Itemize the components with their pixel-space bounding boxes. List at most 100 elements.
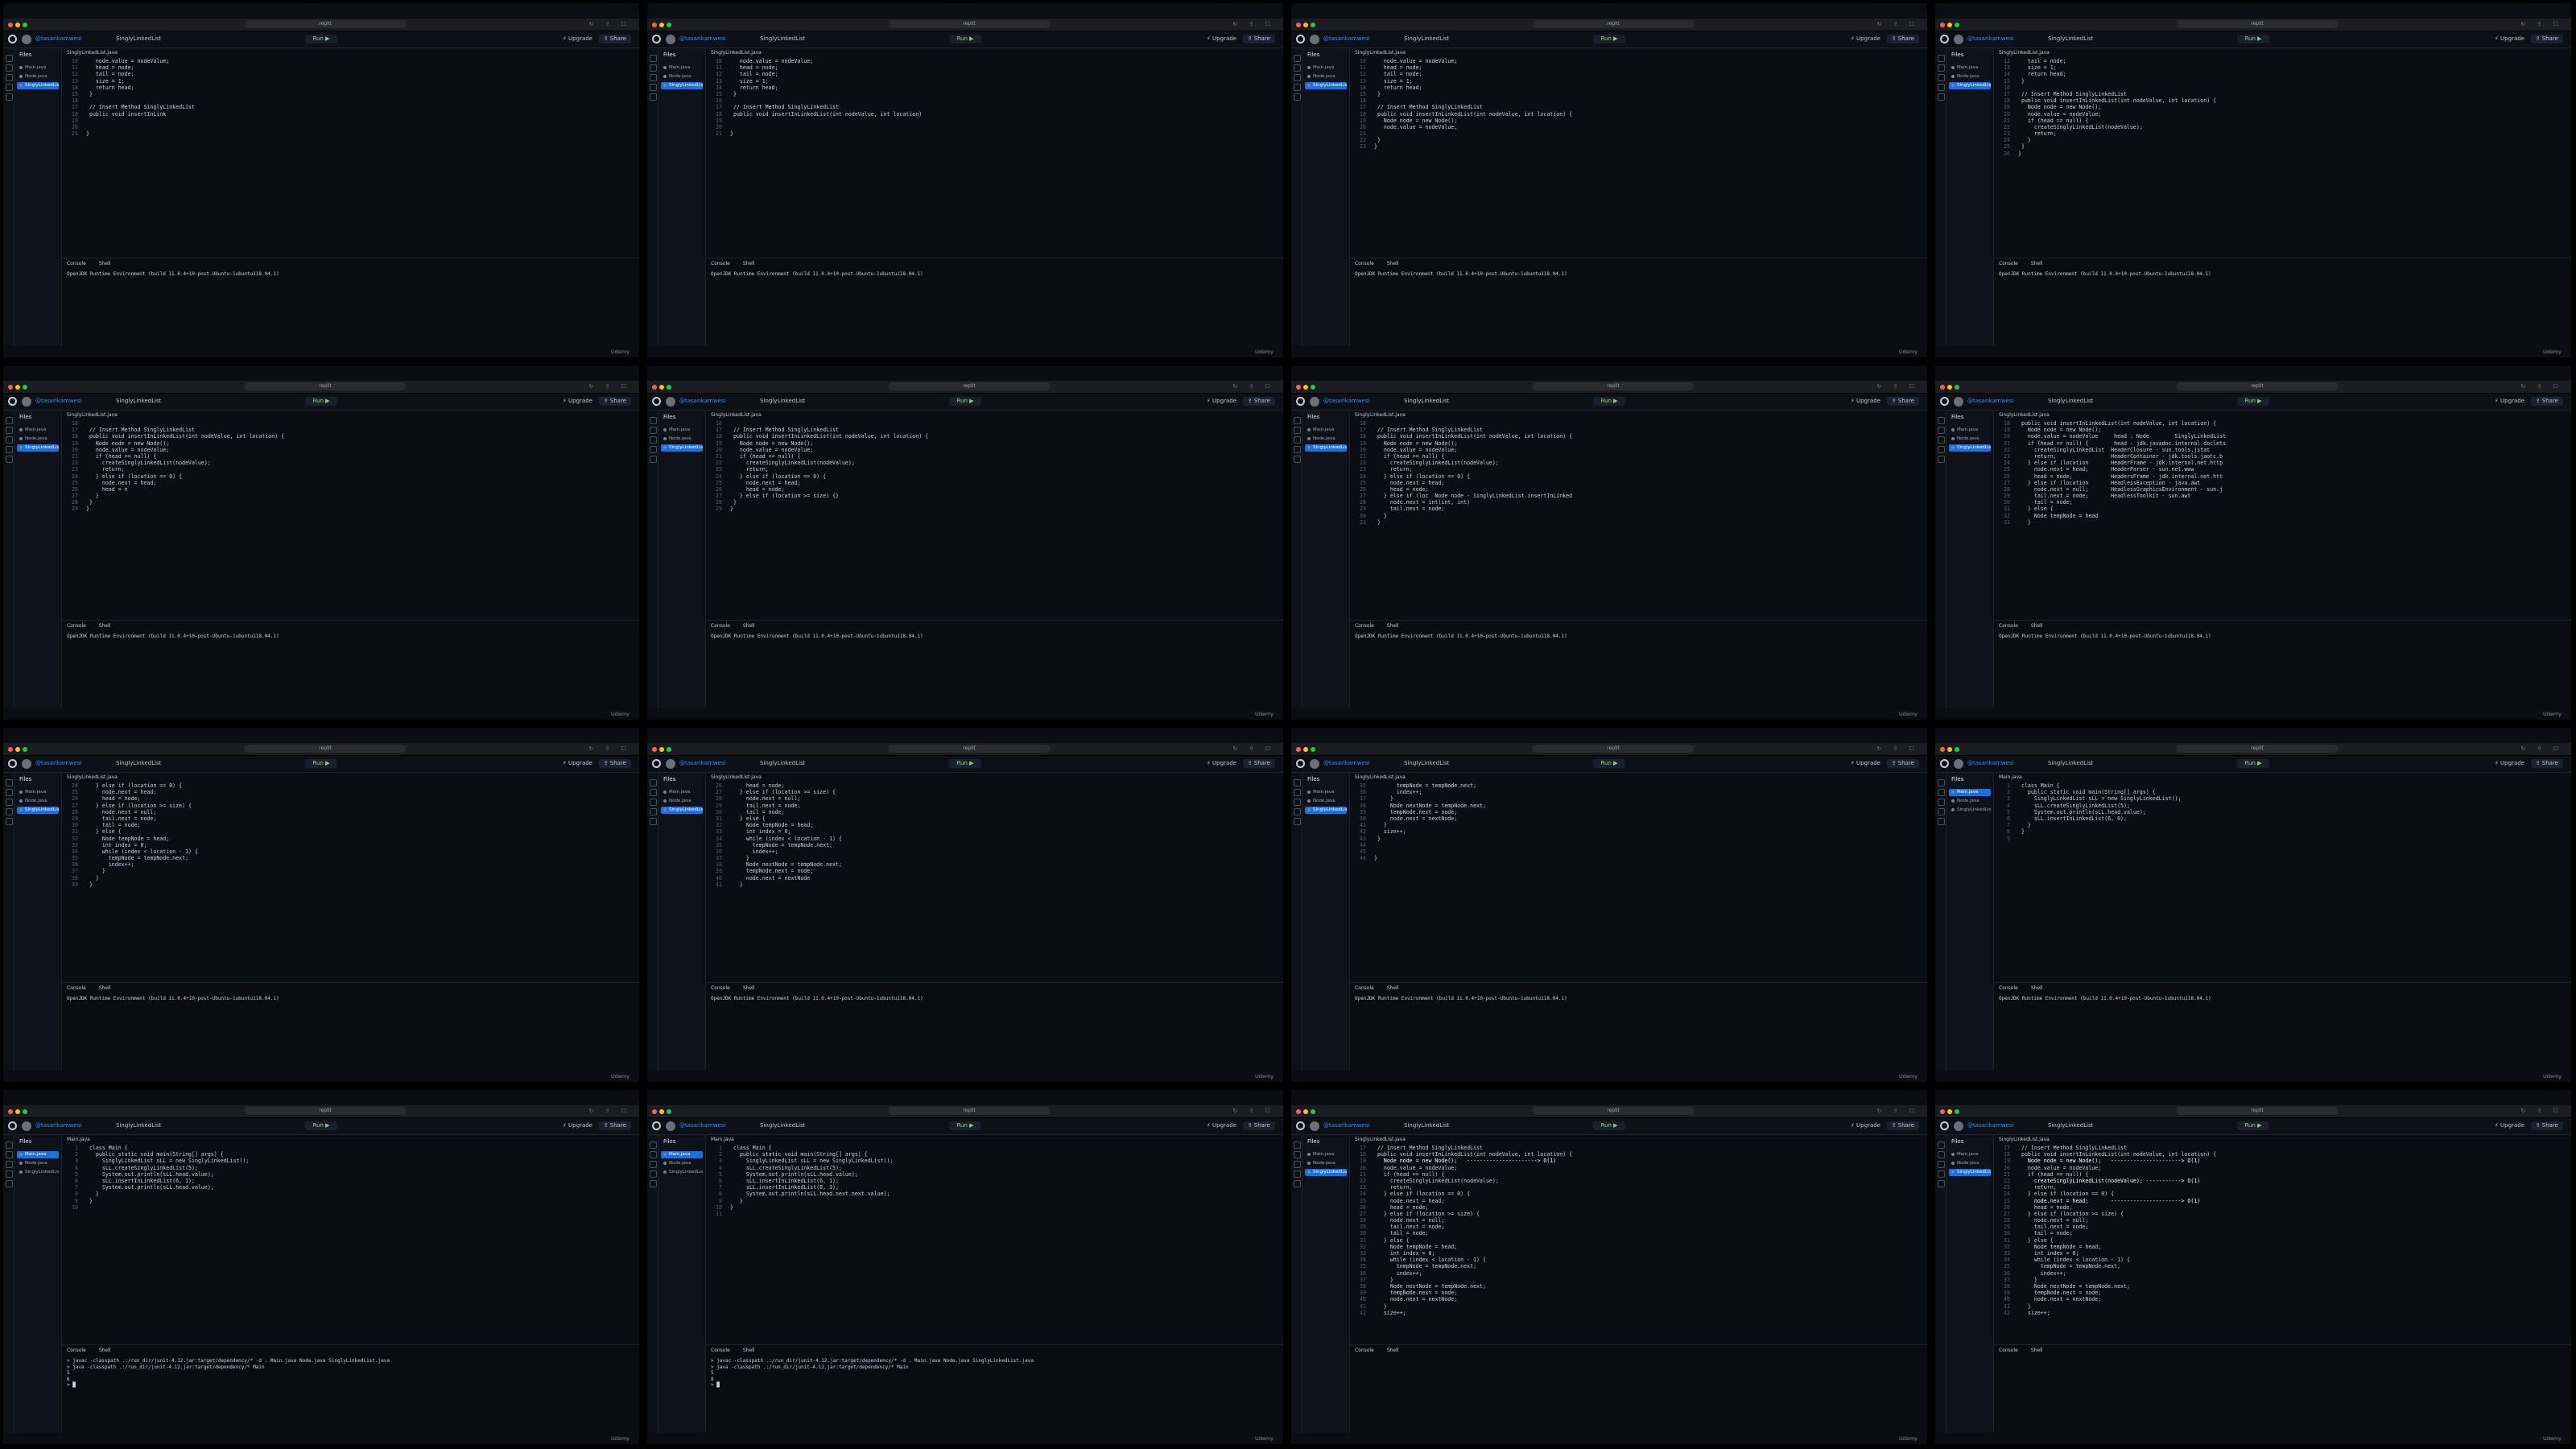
shell-tab[interactable]: Shell [99, 1348, 111, 1353]
code-editor[interactable]: SinglyLinkedList.java 17 // Insert Method… [1350, 1135, 1927, 1343]
share-button[interactable]: ⇪ Share [2530, 759, 2563, 768]
repl-name[interactable]: SinglyLinkedList [116, 398, 161, 404]
user-avatar[interactable] [1954, 759, 1963, 769]
replit-logo-icon[interactable] [652, 397, 661, 406]
replit-logo-icon[interactable] [8, 759, 17, 768]
file-tree-item[interactable]: SinglyLinkedList.java [661, 807, 703, 814]
maximize-window-icon[interactable] [1311, 747, 1315, 752]
replit-logo-icon[interactable] [8, 397, 17, 406]
files-icon[interactable] [1294, 417, 1301, 424]
user-avatar[interactable] [22, 35, 31, 44]
file-tree-item[interactable]: Main.java [17, 789, 59, 796]
user-avatar[interactable] [22, 397, 31, 407]
user-avatar[interactable] [1954, 1121, 1963, 1131]
settings-icon[interactable] [1294, 1180, 1301, 1187]
editor-tab[interactable]: SinglyLinkedList.java [1999, 412, 2050, 418]
replit-logo-icon[interactable] [652, 759, 661, 768]
share-button[interactable]: ⇪ Share [598, 1121, 631, 1130]
console-tab[interactable]: Console [1999, 985, 2018, 991]
file-tree-item[interactable]: Node.java [1949, 798, 1991, 805]
code-area[interactable]: 26 head = node; 27 } else if (location >=… [706, 782, 1283, 979]
repl-name[interactable]: SinglyLinkedList [1404, 398, 1449, 404]
code-editor[interactable]: SinglyLinkedList.java 16 17 // Insert Meth… [1350, 411, 1927, 618]
run-button[interactable]: Run ▶ [305, 1121, 337, 1130]
run-button[interactable]: Run ▶ [305, 759, 337, 768]
files-icon[interactable] [1294, 55, 1301, 62]
username-link[interactable]: @tasarikamwesi [679, 760, 725, 766]
close-window-icon[interactable] [1296, 747, 1301, 752]
file-tree-item[interactable]: Node.java [661, 436, 703, 443]
maximize-window-icon[interactable] [23, 1109, 27, 1114]
version-control-icon[interactable] [1938, 74, 1945, 81]
packages-icon[interactable] [1938, 446, 1945, 453]
editor-tab[interactable]: Main.java [1999, 774, 2022, 780]
username-link[interactable]: @tasarikamwesi [35, 398, 81, 404]
replit-logo-icon[interactable] [1296, 1121, 1305, 1130]
shell-tab[interactable]: Shell [2031, 985, 2043, 991]
maximize-window-icon[interactable] [667, 747, 671, 752]
code-editor[interactable]: SinglyLinkedList.java 35 tempNode = tempN… [1350, 773, 1927, 980]
files-icon[interactable] [650, 417, 657, 424]
version-control-icon[interactable] [650, 436, 657, 444]
file-tree-item[interactable]: SinglyLinkedList.java [17, 444, 59, 452]
run-button[interactable]: Run ▶ [949, 759, 981, 768]
editor-tab[interactable]: SinglyLinkedList.java [711, 412, 762, 418]
version-control-icon[interactable] [1294, 1161, 1301, 1168]
search-icon[interactable] [6, 1151, 13, 1158]
settings-icon[interactable] [1938, 456, 1945, 463]
address-bar[interactable]: replit [245, 382, 406, 390]
close-window-icon[interactable] [1940, 1109, 1945, 1114]
close-window-icon[interactable] [1296, 385, 1301, 390]
close-window-icon[interactable] [1940, 385, 1945, 390]
console-tab[interactable]: Console [711, 261, 730, 266]
version-control-icon[interactable] [650, 74, 657, 81]
minimize-window-icon[interactable] [659, 1109, 664, 1114]
address-bar[interactable]: replit [1533, 745, 1694, 753]
user-avatar[interactable] [1310, 397, 1319, 407]
console-tab[interactable]: Console [67, 985, 86, 991]
replit-logo-icon[interactable] [8, 35, 17, 43]
code-editor[interactable]: Main.java 1 class Main {2 public static v… [706, 1135, 1283, 1343]
upgrade-button[interactable]: ⚡ Upgrade [2495, 398, 2524, 404]
settings-icon[interactable] [1938, 93, 1945, 101]
file-tree-item[interactable]: SinglyLinkedList.java [1305, 82, 1347, 89]
packages-icon[interactable] [6, 446, 13, 453]
minimize-window-icon[interactable] [1303, 1109, 1308, 1114]
close-window-icon[interactable] [8, 747, 13, 752]
minimize-window-icon[interactable] [659, 747, 664, 752]
code-area[interactable]: 17 // Insert Method SinglyLinkedList 18 p… [1350, 1145, 1927, 1341]
minimize-window-icon[interactable] [15, 1109, 20, 1114]
console-tab[interactable]: Console [67, 1348, 86, 1353]
code-area[interactable]: 1 class Main {2 public static void main(… [706, 1145, 1283, 1341]
console-tab[interactable]: Console [1355, 985, 1374, 991]
code-editor[interactable]: SinglyLinkedList.java 10 node.value = nod… [706, 48, 1283, 256]
maximize-window-icon[interactable] [667, 1109, 671, 1114]
settings-icon[interactable] [650, 1180, 657, 1187]
minimize-window-icon[interactable] [15, 385, 20, 390]
run-button[interactable]: Run ▶ [1593, 759, 1625, 768]
maximize-window-icon[interactable] [23, 385, 27, 390]
replit-logo-icon[interactable] [8, 1121, 17, 1130]
editor-tab[interactable]: SinglyLinkedList.java [1999, 1137, 2050, 1142]
minimize-window-icon[interactable] [1947, 385, 1952, 390]
file-tree-item[interactable]: SinglyLinkedList.java [1305, 1169, 1347, 1176]
replit-logo-icon[interactable] [1940, 397, 1949, 406]
search-icon[interactable] [1938, 64, 1945, 72]
run-button[interactable]: Run ▶ [305, 397, 337, 406]
file-tree-item[interactable]: Main.java [17, 427, 59, 434]
code-area[interactable]: 10 node.value = nodeValue; 11 head = node… [62, 58, 639, 254]
file-tree-item[interactable]: Node.java [1949, 436, 1991, 443]
search-icon[interactable] [1294, 789, 1301, 796]
minimize-window-icon[interactable] [1303, 23, 1308, 27]
upgrade-button[interactable]: ⚡ Upgrade [1207, 760, 1236, 766]
close-window-icon[interactable] [652, 385, 657, 390]
share-button[interactable]: ⇪ Share [1242, 1121, 1275, 1130]
username-link[interactable]: @tasarikamwesi [1323, 35, 1369, 42]
maximize-window-icon[interactable] [1955, 385, 1959, 390]
file-tree-item[interactable]: Node.java [17, 798, 59, 805]
console-tab[interactable]: Console [711, 623, 730, 629]
username-link[interactable]: @tasarikamwesi [679, 35, 725, 42]
version-control-icon[interactable] [1938, 436, 1945, 444]
code-area[interactable]: 1 class Main {2 public static void main(… [1994, 782, 2571, 979]
console-tab[interactable]: Console [1355, 623, 1374, 629]
